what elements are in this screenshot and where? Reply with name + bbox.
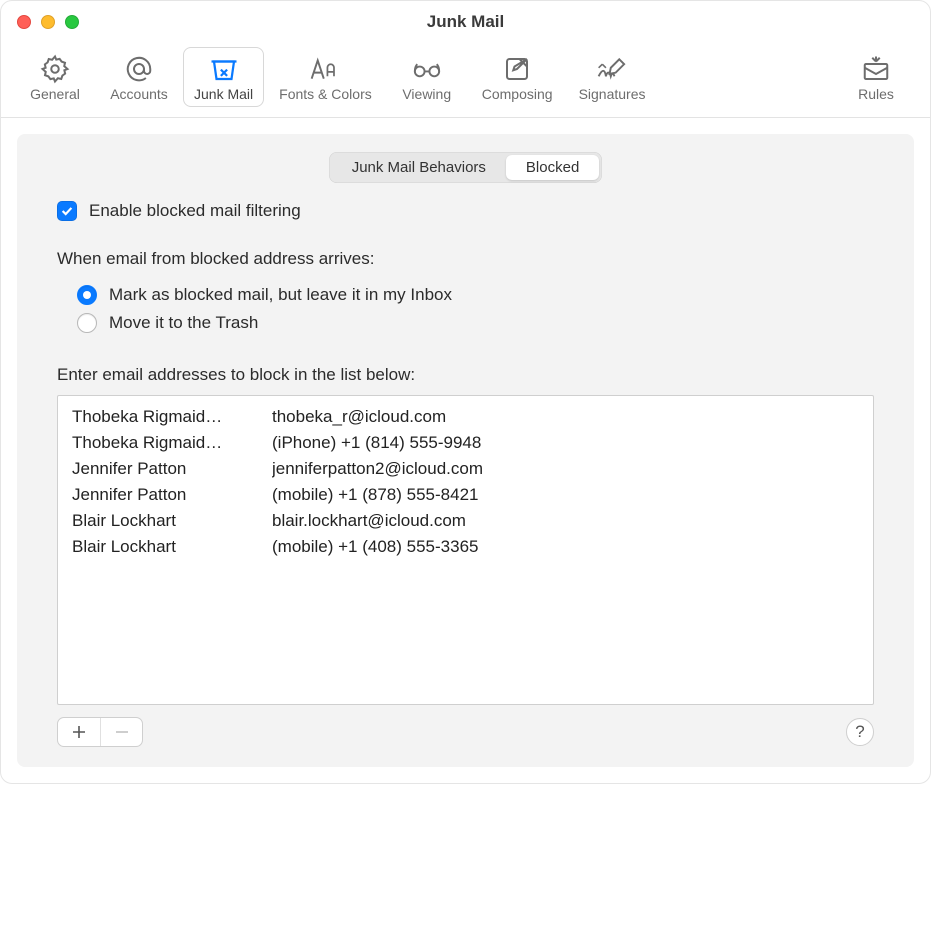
window-title: Junk Mail [427,12,504,32]
list-item-name: Blair Lockhart [72,511,272,531]
radio-trash-row[interactable]: Move it to the Trash [57,309,874,337]
toolbar-label: Composing [482,86,553,102]
enable-blocked-checkbox[interactable] [57,201,77,221]
list-item[interactable]: Thobeka Rigmaid…thobeka_r@icloud.com [58,404,873,430]
toolbar-label: Accounts [110,86,168,102]
blocked-pane: Enable blocked mail filtering When email… [17,201,914,705]
blocked-list[interactable]: Thobeka Rigmaid…thobeka_r@icloud.comThob… [57,395,874,705]
at-icon [121,54,157,84]
list-item[interactable]: Jennifer Patton(mobile) +1 (878) 555-842… [58,482,873,508]
toolbar-label: Signatures [579,86,646,102]
list-item-value: (mobile) +1 (878) 555-8421 [272,485,859,505]
radio-mark[interactable] [77,285,97,305]
add-button[interactable] [58,718,100,746]
content-panel: Junk Mail Behaviors Blocked Enable block… [17,134,914,767]
enable-blocked-row[interactable]: Enable blocked mail filtering [57,201,874,221]
traffic-lights [17,15,79,29]
footer-row: ? [17,705,914,747]
segmented-control: Junk Mail Behaviors Blocked [329,152,603,183]
gear-icon [37,54,73,84]
toolbar-item-junkmail[interactable]: Junk Mail [183,47,264,107]
toolbar-label: General [30,86,80,102]
tab-behaviors[interactable]: Junk Mail Behaviors [332,155,506,180]
zoom-window-button[interactable] [65,15,79,29]
minimize-window-button[interactable] [41,15,55,29]
compose-icon [499,54,535,84]
list-item-name: Thobeka Rigmaid… [72,407,272,427]
remove-button[interactable] [100,718,142,746]
preferences-toolbar: General Accounts Junk Mail Fonts & Color… [1,43,930,118]
toolbar-item-viewing[interactable]: Viewing [387,47,467,107]
titlebar: Junk Mail [1,1,930,43]
arrival-heading: When email from blocked address arrives: [57,249,874,269]
segmented-control-wrap: Junk Mail Behaviors Blocked [17,134,914,201]
glasses-icon [409,54,445,84]
preferences-window: Junk Mail General Accounts Junk Mail [0,0,931,784]
junk-icon [206,54,242,84]
toolbar-label: Rules [858,86,894,102]
list-heading: Enter email addresses to block in the li… [57,365,874,385]
enable-blocked-label: Enable blocked mail filtering [89,201,301,221]
list-item[interactable]: Jennifer Pattonjenniferpatton2@icloud.co… [58,456,873,482]
list-item-name: Blair Lockhart [72,537,272,557]
toolbar-item-fonts[interactable]: Fonts & Colors [268,47,383,107]
toolbar-item-accounts[interactable]: Accounts [99,47,179,107]
list-item[interactable]: Thobeka Rigmaid…(iPhone) +1 (814) 555-99… [58,430,873,456]
list-item-value: thobeka_r@icloud.com [272,407,859,427]
radio-trash-label: Move it to the Trash [109,313,258,333]
list-item[interactable]: Blair Lockhart(mobile) +1 (408) 555-3365 [58,534,873,560]
list-item-value: (iPhone) +1 (814) 555-9948 [272,433,859,453]
fonts-icon [307,54,343,84]
toolbar-item-composing[interactable]: Composing [471,47,564,107]
list-item-name: Thobeka Rigmaid… [72,433,272,453]
plus-icon [71,724,87,740]
list-item-value: blair.lockhart@icloud.com [272,511,859,531]
minus-icon [114,724,130,740]
toolbar-item-general[interactable]: General [15,47,95,107]
add-remove-group [57,717,143,747]
list-item-name: Jennifer Patton [72,485,272,505]
list-item-name: Jennifer Patton [72,459,272,479]
toolbar-item-rules[interactable]: Rules [836,47,916,107]
radio-mark-label: Mark as blocked mail, but leave it in my… [109,285,452,305]
list-item-value: jenniferpatton2@icloud.com [272,459,859,479]
rules-icon [858,54,894,84]
radio-mark-row[interactable]: Mark as blocked mail, but leave it in my… [57,281,874,309]
toolbar-item-signatures[interactable]: Signatures [568,47,657,107]
tab-blocked[interactable]: Blocked [506,155,599,180]
toolbar-label: Junk Mail [194,86,253,102]
toolbar-label: Viewing [402,86,451,102]
help-button[interactable]: ? [846,718,874,746]
list-item[interactable]: Blair Lockhartblair.lockhart@icloud.com [58,508,873,534]
close-window-button[interactable] [17,15,31,29]
signature-icon [594,54,630,84]
list-item-value: (mobile) +1 (408) 555-3365 [272,537,859,557]
radio-trash[interactable] [77,313,97,333]
toolbar-label: Fonts & Colors [279,86,372,102]
